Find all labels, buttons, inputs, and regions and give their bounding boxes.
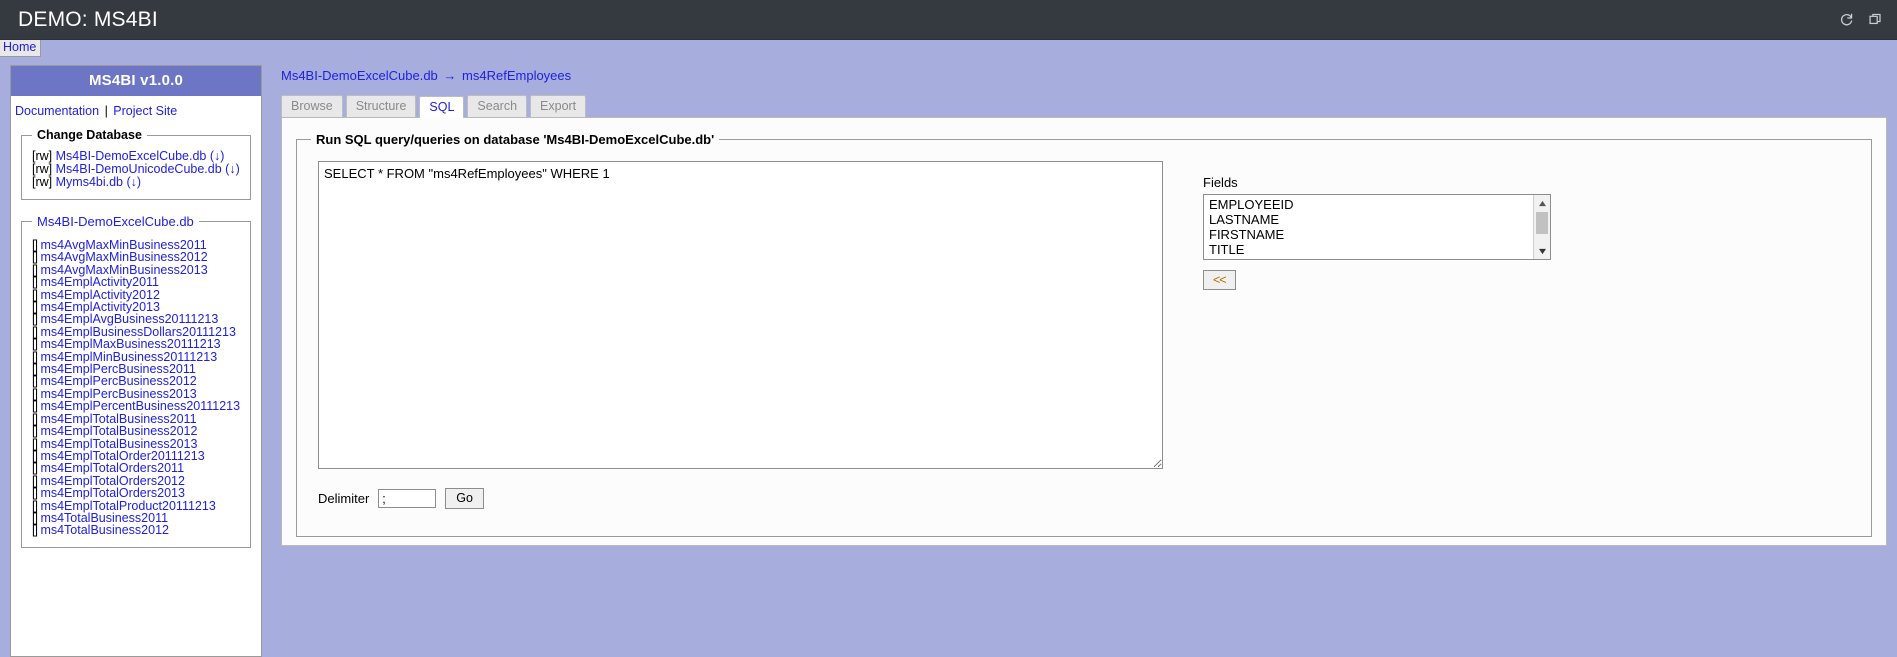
database-download-icon[interactable]: (↓) <box>210 149 225 163</box>
application-window: DEMO: MS4BI Home MS4BI v1.0.0 Documentat… <box>0 0 1897 657</box>
fields-label: Fields <box>1203 175 1238 190</box>
change-database-legend: Change Database <box>37 128 142 142</box>
insert-field-button[interactable]: << <box>1203 270 1236 290</box>
tab-sql[interactable]: SQL <box>419 96 465 118</box>
field-option[interactable]: TITLE <box>1207 242 1533 257</box>
scroll-down-arrow-icon[interactable] <box>1534 243 1550 259</box>
sql-fieldset: Run SQL query/queries on database 'Ms4BI… <box>296 132 1872 537</box>
refresh-icon[interactable] <box>1839 12 1854 27</box>
sidebar-column: MS4BI v1.0.0 Documentation | Project Sit… <box>0 57 272 657</box>
tab-export[interactable]: Export <box>530 95 587 117</box>
field-option[interactable]: EMPLOYEEID <box>1207 197 1533 212</box>
scroll-up-arrow-icon[interactable] <box>1534 195 1550 211</box>
database-link[interactable]: Ms4BI-DemoUnicodeCube.db <box>56 162 222 176</box>
sql-query-input[interactable] <box>318 161 1163 469</box>
tab-bar: Browse Structure SQL Search Export <box>281 95 1897 118</box>
change-database-box: Change Database [rw] Ms4BI-DemoExcelCube… <box>21 128 251 200</box>
fields-listbox[interactable]: EMPLOYEEID LASTNAME FIRSTNAME TITLE <box>1203 194 1551 260</box>
delimiter-row: Delimiter Go <box>318 488 1171 509</box>
database-link[interactable]: Ms4BI-DemoExcelCube.db <box>56 149 207 163</box>
tables-box: Ms4BI-DemoExcelCube.db [] ms4AvgMaxMinBu… <box>21 214 251 548</box>
window-title: DEMO: MS4BI <box>18 8 158 31</box>
database-mode: [rw] <box>32 175 53 189</box>
documentation-link[interactable]: Documentation <box>15 104 99 118</box>
duplicate-window-icon[interactable] <box>1868 12 1883 27</box>
tab-search[interactable]: Search <box>467 95 528 117</box>
link-separator: | <box>104 104 108 118</box>
home-bar: Home <box>0 40 1897 57</box>
fields-button-row: << <box>1203 270 1573 290</box>
sql-panel-legend: Run SQL query/queries on database 'Ms4BI… <box>316 132 715 147</box>
tab-structure[interactable]: Structure <box>345 95 417 117</box>
titlebar-icon-group <box>1839 12 1883 27</box>
delimiter-label: Delimiter <box>318 491 370 506</box>
page-body: MS4BI v1.0.0 Documentation | Project Sit… <box>0 57 1897 657</box>
table-list: [] ms4AvgMaxMinBusiness2011[] ms4AvgMaxM… <box>32 237 244 537</box>
delimiter-input[interactable] <box>378 489 437 508</box>
field-option[interactable]: FIRSTNAME <box>1207 227 1533 242</box>
sidebar-title: MS4BI v1.0.0 <box>11 66 261 96</box>
database-download-icon[interactable]: (↓) <box>225 162 240 176</box>
breadcrumb-table-link[interactable]: ms4RefEmployees <box>462 68 571 83</box>
table-list-item: [] ms4TotalBusiness2012 <box>32 523 244 538</box>
go-button[interactable]: Go <box>445 488 484 509</box>
database-item: [rw] Myms4bi.db (↓) <box>32 176 244 189</box>
table-bullet-icon: [] <box>32 523 38 538</box>
sql-layout: Delimiter Go Fields EMPLOYEEIDLASTNAMEFI… <box>311 161 1861 509</box>
project-site-link[interactable]: Project Site <box>113 104 177 118</box>
content-panel: Run SQL query/queries on database 'Ms4BI… <box>281 117 1887 546</box>
sidebar-panel: MS4BI v1.0.0 Documentation | Project Sit… <box>10 65 262 657</box>
fields-panel: Fields EMPLOYEEID LASTNAME FIRSTNAME TITLE <box>1203 161 1573 290</box>
database-mode: [rw] <box>32 162 53 176</box>
home-link[interactable]: Home <box>0 40 42 57</box>
tables-legend: Ms4BI-DemoExcelCube.db <box>37 214 194 229</box>
scrollbar-thumb[interactable] <box>1536 212 1548 234</box>
database-mode: [rw] <box>32 149 53 163</box>
breadcrumb: Ms4BI-DemoExcelCube.db → ms4RefEmployees <box>272 57 1897 83</box>
window-titlebar: DEMO: MS4BI <box>0 0 1897 40</box>
breadcrumb-arrow-icon: → <box>443 68 457 83</box>
fields-option-list: EMPLOYEEID LASTNAME FIRSTNAME TITLE <box>1204 195 1533 257</box>
database-list: [rw] Ms4BI-DemoExcelCube.db (↓) [rw] Ms4B… <box>32 150 244 189</box>
table-link[interactable]: ms4TotalBusiness2012 <box>40 523 169 537</box>
sidebar-links: Documentation | Project Site <box>11 96 261 128</box>
database-link[interactable]: Myms4bi.db <box>56 175 123 189</box>
sql-editor-column: Delimiter Go <box>311 161 1171 509</box>
fields-scrollbar[interactable] <box>1533 195 1550 259</box>
field-option[interactable]: LASTNAME <box>1207 212 1533 227</box>
tab-browse[interactable]: Browse <box>281 95 343 117</box>
main-column: Ms4BI-DemoExcelCube.db → ms4RefEmployees… <box>272 57 1897 657</box>
breadcrumb-database-link[interactable]: Ms4BI-DemoExcelCube.db <box>281 68 438 83</box>
database-download-icon[interactable]: (↓) <box>127 175 142 189</box>
